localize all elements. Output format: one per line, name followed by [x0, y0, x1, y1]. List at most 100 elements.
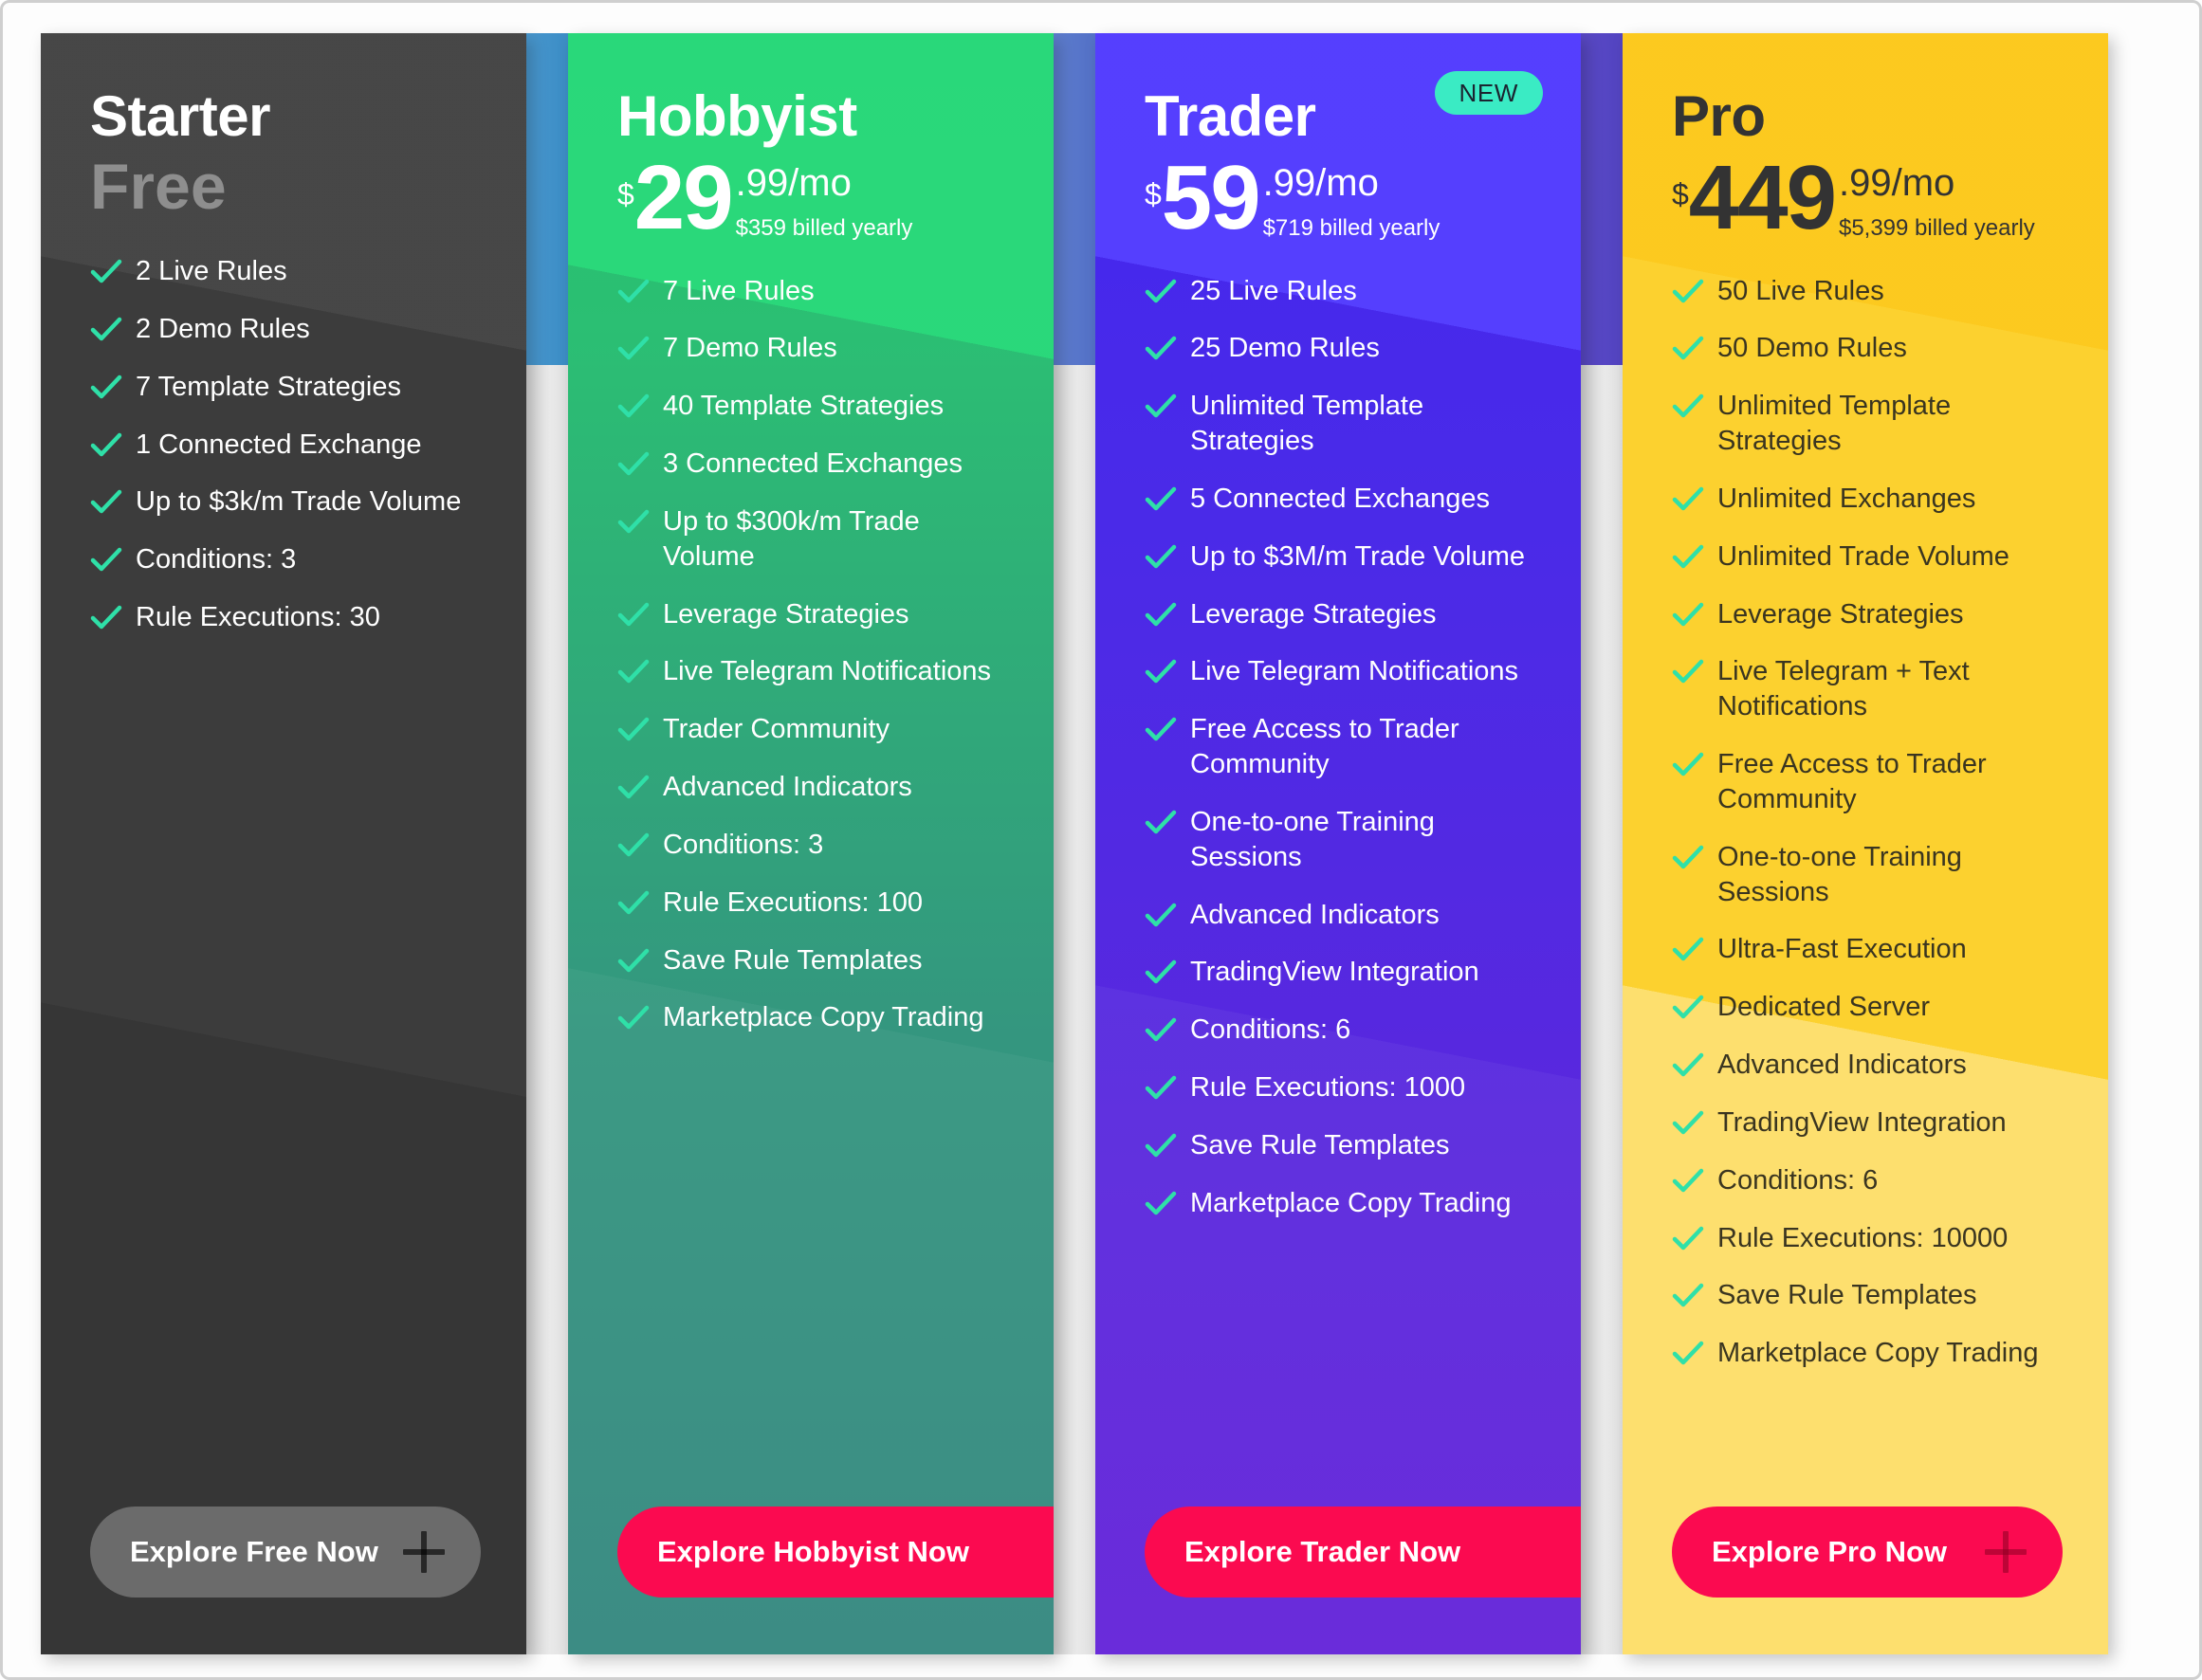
check-icon: [617, 658, 650, 686]
feature-label: Conditions: 6: [1717, 1164, 1879, 1196]
feature-label: 40 Template Strategies: [663, 391, 945, 422]
check-icon: [1145, 601, 1177, 630]
check-icon: [617, 774, 650, 802]
pricing-card-hobbyist[interactable]: Hobbyist $ 29 .99/mo $359 billed yearly: [568, 33, 1054, 1654]
check-icon: [617, 1004, 650, 1032]
check-icon: [1145, 716, 1177, 744]
feature-list-pro: 50 Live Rules 50 Demo Rules Unlimited Te…: [1623, 274, 2108, 1507]
list-item: Save Rule Templates: [1672, 1278, 2066, 1313]
check-icon: [1672, 751, 1704, 779]
cta-wrap-trader: Explore Trader Now: [1095, 1507, 1581, 1654]
feature-label: Rule Executions: 1000: [1190, 1072, 1466, 1104]
feature-label: One-to-one Training Sessions: [1190, 806, 1435, 872]
feature-label: Trader Community: [663, 714, 890, 745]
check-icon: [1672, 601, 1704, 630]
feature-label: 7 Template Strategies: [136, 371, 401, 402]
check-icon: [1145, 1016, 1177, 1045]
pricing-card-trader[interactable]: NEW Trader $ 59 .99/mo $719 billed yearl…: [1095, 33, 1581, 1654]
pricing-card-starter[interactable]: Starter Free 2 Live Rules 2 Demo Rules 7…: [41, 33, 526, 1654]
check-icon: [617, 947, 650, 976]
card-header-trader: NEW Trader $ 59 .99/mo $719 billed yearl…: [1095, 71, 1581, 243]
plan-name: Starter: [90, 84, 270, 148]
list-item: Free Access to Trader Community: [1145, 712, 1539, 782]
list-item: Dedicated Server: [1672, 990, 2066, 1025]
check-icon: [1672, 543, 1704, 572]
feature-label: Rule Executions: 30: [136, 602, 380, 632]
feature-label: Leverage Strategies: [1717, 598, 1964, 630]
feature-label: Marketplace Copy Trading: [663, 1002, 984, 1033]
check-icon: [1672, 936, 1704, 964]
feature-list-starter: 2 Live Rules 2 Demo Rules 7 Template Str…: [41, 254, 526, 1507]
list-item: 40 Template Strategies: [617, 389, 1012, 424]
list-item: 2 Live Rules: [90, 254, 485, 289]
feature-label: 2 Live Rules: [136, 256, 287, 287]
explore-pro-button[interactable]: Explore Pro Now: [1672, 1507, 2063, 1598]
plan-slot-hobbyist: Hobbyist $ 29 .99/mo $359 billed yearly: [526, 33, 1054, 1654]
list-item: 7 Template Strategies: [90, 370, 485, 405]
list-item: Conditions: 6: [1672, 1163, 2066, 1198]
plan-slot-pro: Pro $ 449 .99/mo $5,399 billed yearly 50…: [1581, 33, 2108, 1654]
pricing-card-pro[interactable]: Pro $ 449 .99/mo $5,399 billed yearly 50…: [1623, 33, 2108, 1654]
feature-label: Save Rule Templates: [663, 944, 923, 976]
list-item: Conditions: 3: [617, 828, 1012, 863]
list-item: Up to $3k/m Trade Volume: [90, 484, 485, 520]
pricing-cards-row: Starter Free 2 Live Rules 2 Demo Rules 7…: [41, 33, 2174, 1660]
list-item: TradingView Integration: [1145, 955, 1539, 990]
check-icon: [1672, 994, 1704, 1022]
feature-label: Conditions: 3: [663, 829, 824, 860]
explore-hobbyist-button[interactable]: Explore Hobbyist Now: [617, 1507, 1054, 1598]
check-icon: [617, 450, 650, 479]
explore-trader-button[interactable]: Explore Trader Now: [1145, 1507, 1581, 1598]
feature-label: Up to $3M/m Trade Volume: [1190, 540, 1525, 572]
list-item: Advanced Indicators: [1672, 1048, 2066, 1083]
check-icon: [1145, 393, 1177, 421]
feature-label: 25 Demo Rules: [1190, 333, 1380, 364]
feature-label: Free Access to Trader Community: [1717, 749, 1987, 814]
plan-slot-starter: Starter Free 2 Live Rules 2 Demo Rules 7…: [41, 33, 526, 1654]
list-item: Advanced Indicators: [617, 770, 1012, 805]
list-item: Save Rule Templates: [1145, 1128, 1539, 1163]
check-icon: [1145, 902, 1177, 930]
list-item: Rule Executions: 10000: [1672, 1221, 2066, 1256]
cta-wrap-starter: Explore Free Now: [41, 1507, 526, 1654]
list-item: Unlimited Trade Volume: [1672, 539, 2066, 575]
list-item: Advanced Indicators: [1145, 898, 1539, 933]
feature-label: Live Telegram + Text Notifications: [1717, 656, 1970, 722]
price-row: $ 449 .99/mo $5,399 billed yearly: [1672, 146, 2063, 248]
feature-label: Up to $3k/m Trade Volume: [136, 486, 462, 518]
check-icon: [1672, 1340, 1704, 1368]
feature-label: TradingView Integration: [1190, 957, 1479, 988]
price-amount: 29: [633, 146, 734, 248]
list-item: 7 Demo Rules: [617, 331, 1012, 366]
explore-free-button[interactable]: Explore Free Now: [90, 1507, 481, 1598]
list-item: Leverage Strategies: [1145, 597, 1539, 632]
list-item: 5 Connected Exchanges: [1145, 482, 1539, 517]
feature-label: Live Telegram Notifications: [663, 656, 992, 687]
list-item: Marketplace Copy Trading: [1145, 1186, 1539, 1221]
plus-icon: [403, 1531, 445, 1573]
feature-label: 50 Demo Rules: [1717, 333, 1907, 364]
list-item: Conditions: 3: [90, 542, 485, 577]
status-badge-new: NEW: [1434, 71, 1543, 115]
list-item: 3 Connected Exchanges: [617, 447, 1012, 482]
feature-label: Ultra-Fast Execution: [1717, 934, 1967, 965]
feature-label: Live Telegram Notifications: [1190, 656, 1519, 687]
list-item: 7 Live Rules: [617, 274, 1012, 309]
feature-label: One-to-one Training Sessions: [1717, 841, 1962, 907]
check-icon: [1145, 809, 1177, 837]
check-icon: [1672, 1225, 1704, 1253]
list-item: Live Telegram Notifications: [1145, 654, 1539, 689]
check-icon: [90, 604, 122, 632]
feature-label: Advanced Indicators: [663, 772, 912, 803]
list-item: 1 Connected Exchange: [90, 428, 485, 463]
list-item: Rule Executions: 30: [90, 600, 485, 635]
feature-label: Marketplace Copy Trading: [1717, 1338, 2039, 1369]
feature-label: 7 Live Rules: [663, 275, 815, 306]
feature-label: Dedicated Server: [1717, 992, 1931, 1023]
check-icon: [617, 716, 650, 744]
list-item: Marketplace Copy Trading: [617, 1000, 1012, 1035]
list-item: Free Access to Trader Community: [1672, 747, 2066, 817]
feature-label: Unlimited Template Strategies: [1717, 391, 1952, 457]
price-amount: 449: [1688, 146, 1837, 248]
check-icon: [1672, 1167, 1704, 1196]
